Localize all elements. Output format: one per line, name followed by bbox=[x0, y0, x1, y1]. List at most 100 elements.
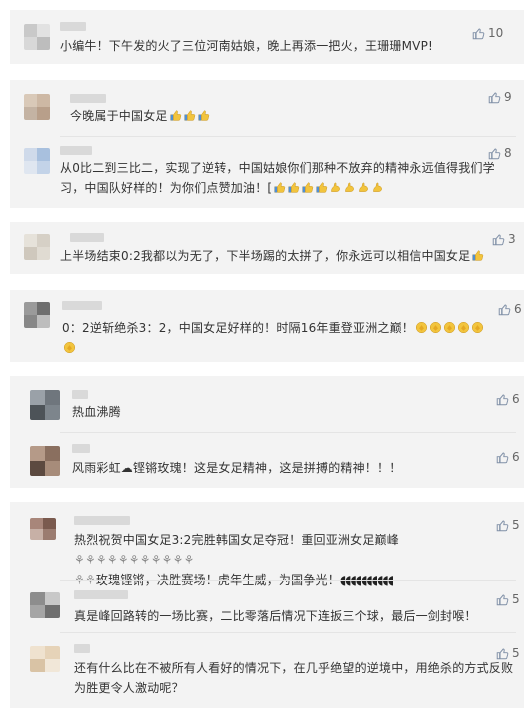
thumbs-up-outline-icon bbox=[496, 648, 509, 659]
comment: 从0比二到三比二，实现了逆转，中国姑娘你们那种不放弃的精神永远值得我们学 习，中… bbox=[10, 136, 524, 208]
comment-card: 0：2逆斩绝杀3：2，中国女足好样的！时隔16年重登亚洲之巅！ 6 bbox=[10, 290, 524, 362]
thumbs-up-emoji-icon bbox=[288, 182, 300, 193]
thumbs-up-emoji-icon bbox=[302, 182, 314, 193]
rose-emoji-icon: ⚘⚘⚘⚘⚘⚘⚘⚘⚘⚘⚘ bbox=[74, 553, 195, 567]
thumbs-up-emoji-icon bbox=[274, 182, 286, 193]
comment-card: 热血沸腾 6 风雨彩虹☁铿锵玫瑰！这是女足精神，这是拼搏的精神！！！ 6 bbox=[10, 376, 524, 488]
like-button[interactable]: 5 bbox=[496, 646, 520, 660]
like-button[interactable]: 8 bbox=[488, 146, 512, 160]
like-button[interactable]: 5 bbox=[496, 592, 520, 606]
comment: 热烈祝贺中国女足3:2完胜韩国女足夺冠！重回亚洲女足巅峰⚘⚘⚘⚘⚘⚘⚘⚘⚘⚘⚘ … bbox=[10, 502, 524, 587]
thumbs-up-emoji-icon bbox=[472, 250, 484, 261]
thumbs-up-outline-icon bbox=[472, 28, 485, 39]
thumbs-up-outline-icon bbox=[496, 452, 509, 463]
username[interactable] bbox=[74, 644, 90, 653]
thumbs-up-outline-icon bbox=[488, 148, 501, 159]
comment-card: 今晚属于中国女足 9 从0比二到三比二，实现了逆转，中国姑娘你们那种不放弃的精神… bbox=[10, 80, 524, 208]
comment-text: 热血沸腾 bbox=[72, 405, 121, 419]
comment-line: 还有什么比在不被所有人看好的情况下，在几乎绝望的逆境中，用绝杀的方式反败 bbox=[74, 661, 514, 675]
like-button[interactable]: 6 bbox=[498, 302, 522, 316]
username[interactable] bbox=[74, 590, 128, 599]
thumbs-up-outline-icon bbox=[496, 594, 509, 605]
clapping-emoji-icon bbox=[415, 321, 428, 334]
like-button[interactable]: 10 bbox=[472, 26, 503, 40]
comment-text: 小编牛！下午发的火了三位河南姑娘，晚上再添一把火，王珊珊MVP! bbox=[60, 39, 434, 53]
clapping-emoji-icon bbox=[471, 321, 484, 334]
clapping-emoji-icon bbox=[443, 321, 456, 334]
thumbs-up-outline-icon bbox=[498, 304, 511, 315]
avatar[interactable] bbox=[30, 518, 56, 540]
comment: 还有什么比在不被所有人看好的情况下，在几乎绝望的逆境中，用绝杀的方式反败 为胜更… bbox=[10, 632, 524, 708]
avatar[interactable] bbox=[30, 646, 60, 672]
avatar[interactable] bbox=[24, 94, 50, 120]
like-count: 5 bbox=[512, 646, 520, 660]
like-button[interactable]: 9 bbox=[488, 90, 512, 104]
like-count: 10 bbox=[488, 26, 504, 40]
avatar[interactable] bbox=[30, 592, 60, 618]
like-count: 6 bbox=[514, 302, 522, 316]
avatar[interactable] bbox=[24, 302, 50, 328]
clapping-emoji-icon bbox=[63, 341, 76, 354]
comment: 今晚属于中国女足 9 bbox=[10, 80, 524, 136]
thumbs-up-outline-icon bbox=[496, 520, 509, 531]
like-count: 5 bbox=[512, 592, 520, 606]
username[interactable] bbox=[60, 22, 86, 31]
like-button[interactable]: 6 bbox=[496, 392, 520, 406]
like-count: 6 bbox=[512, 450, 520, 464]
flexed-arm-emoji-icon bbox=[345, 182, 355, 192]
thumbs-up-emoji-icon bbox=[169, 110, 181, 121]
username[interactable] bbox=[72, 390, 88, 399]
like-count: 9 bbox=[504, 90, 512, 104]
username[interactable] bbox=[74, 516, 130, 525]
thumbs-up-emoji-icon bbox=[183, 110, 195, 121]
clapping-emoji-icon bbox=[429, 321, 442, 334]
avatar[interactable] bbox=[24, 234, 50, 260]
comment-text: 上半场结束0:2我都以为无了，下半场踢的太拼了，你永远可以相信中国女足 bbox=[60, 246, 484, 266]
comment-text: 真是峰回路转的一场比赛，二比零落后情况下连扳三个球，最后一剑封喉！ bbox=[74, 609, 477, 623]
comment-line: 为胜更令人激动呢？ bbox=[74, 681, 184, 695]
thumbs-up-emoji-icon bbox=[197, 110, 209, 121]
flexed-arm-emoji-icon bbox=[373, 182, 383, 192]
username[interactable] bbox=[72, 444, 90, 453]
comment-text: 还有什么比在不被所有人看好的情况下，在几乎绝望的逆境中，用绝杀的方式反败 为胜更… bbox=[74, 658, 513, 698]
clapping-emoji-icon bbox=[457, 321, 470, 334]
comment-text: 风雨彩虹☁铿锵玫瑰！这是女足精神，这是拼搏的精神！！！ bbox=[72, 461, 402, 475]
username[interactable] bbox=[60, 146, 92, 155]
thumbs-up-outline-icon bbox=[492, 234, 505, 245]
avatar[interactable] bbox=[24, 148, 50, 174]
like-button[interactable]: 5 bbox=[496, 518, 520, 532]
thumbs-up-emoji-icon bbox=[316, 182, 328, 193]
username[interactable] bbox=[70, 94, 106, 103]
comment: 热血沸腾 6 bbox=[10, 376, 524, 428]
comment-card: 上半场结束0:2我都以为无了，下半场踢的太拼了，你永远可以相信中国女足 3 bbox=[10, 222, 524, 274]
comment-card: 热烈祝贺中国女足3:2完胜韩国女足夺冠！重回亚洲女足巅峰⚘⚘⚘⚘⚘⚘⚘⚘⚘⚘⚘ … bbox=[10, 502, 524, 708]
username[interactable] bbox=[70, 233, 104, 242]
flexed-arm-emoji-icon bbox=[359, 182, 369, 192]
like-count: 6 bbox=[512, 392, 520, 406]
like-button[interactable]: 3 bbox=[492, 232, 516, 246]
username[interactable] bbox=[62, 301, 102, 310]
thumbs-up-outline-icon bbox=[488, 92, 501, 103]
comment-text: 0：2逆斩绝杀3：2，中国女足好样的！时隔16年重登亚洲之巅！ bbox=[62, 318, 510, 358]
avatar[interactable] bbox=[30, 446, 60, 476]
avatar[interactable] bbox=[30, 390, 60, 420]
like-count: 8 bbox=[504, 146, 512, 160]
comment-card: 小编牛！下午发的火了三位河南姑娘，晚上再添一把火，王珊珊MVP! 10 bbox=[10, 10, 524, 64]
comment: 0：2逆斩绝杀3：2，中国女足好样的！时隔16年重登亚洲之巅！ 6 bbox=[10, 290, 524, 362]
thumbs-up-outline-icon bbox=[496, 394, 509, 405]
comment: 小编牛！下午发的火了三位河南姑娘，晚上再添一把火，王珊珊MVP! 10 bbox=[10, 10, 524, 64]
comment-text: 今晚属于中国女足 bbox=[70, 106, 210, 126]
comment-text: 从0比二到三比二，实现了逆转，中国姑娘你们那种不放弃的精神永远值得我们学 习，中… bbox=[60, 158, 495, 198]
comment: 风雨彩虹☁铿锵玫瑰！这是女足精神，这是拼搏的精神！！！ 6 bbox=[10, 432, 524, 488]
comment-line: 热烈祝贺中国女足3:2完胜韩国女足夺冠！重回亚洲女足巅峰⚘⚘⚘⚘⚘⚘⚘⚘⚘⚘⚘ bbox=[74, 533, 399, 567]
comment-line: 习，中国队好样的！为你们点赞加油！[ bbox=[60, 178, 495, 198]
comment-text-body: 今晚属于中国女足 bbox=[70, 109, 168, 123]
comment-line: 从0比二到三比二，实现了逆转，中国姑娘你们那种不放弃的精神永远值得我们学 bbox=[60, 161, 495, 175]
like-button[interactable]: 6 bbox=[496, 450, 520, 464]
like-count: 5 bbox=[512, 518, 520, 532]
like-count: 3 bbox=[508, 232, 516, 246]
comment: 上半场结束0:2我都以为无了，下半场踢的太拼了，你永远可以相信中国女足 3 bbox=[10, 222, 524, 274]
comment: 真是峰回路转的一场比赛，二比零落后情况下连扳三个球，最后一剑封喉！ 5 bbox=[10, 580, 524, 632]
flexed-arm-emoji-icon bbox=[331, 182, 341, 192]
avatar[interactable] bbox=[24, 24, 50, 50]
